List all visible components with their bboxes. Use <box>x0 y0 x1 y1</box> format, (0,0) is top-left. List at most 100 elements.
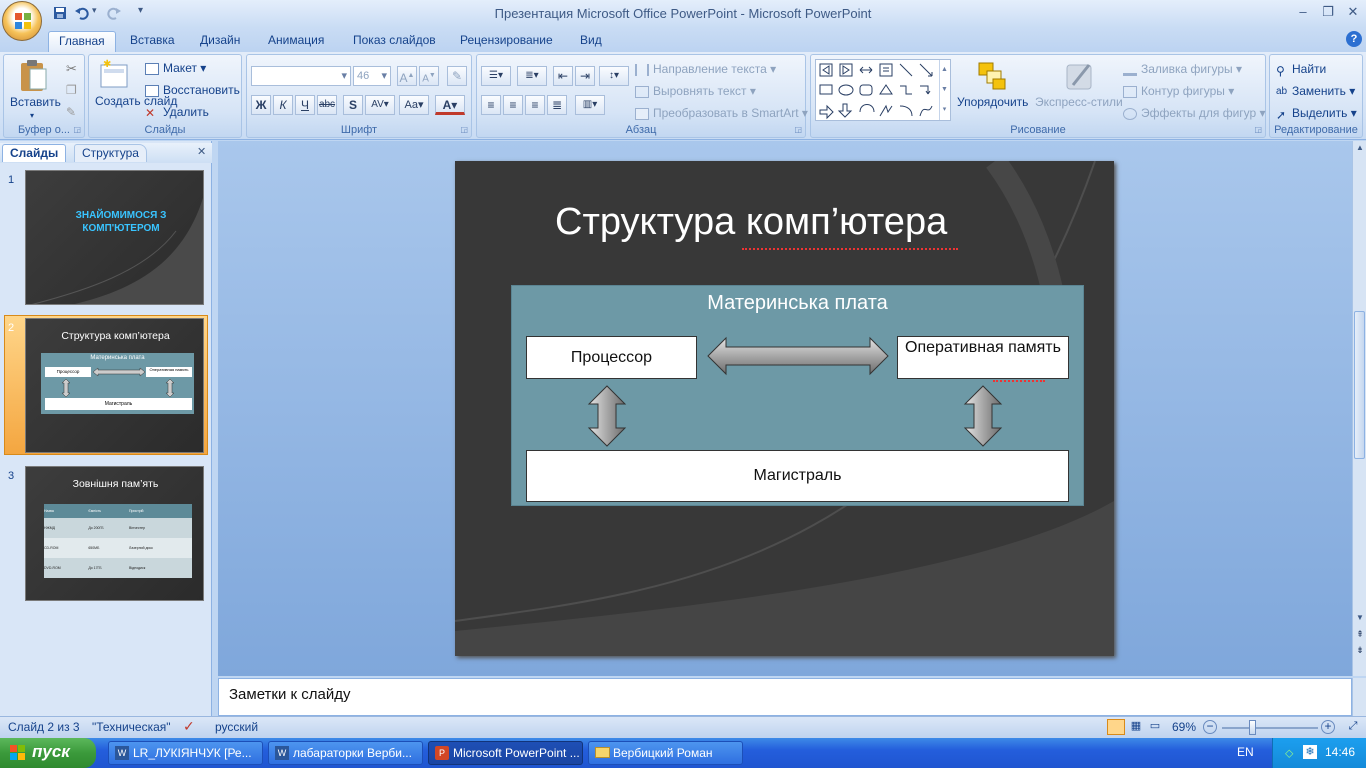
paste-button[interactable]: Вставить <box>10 95 61 109</box>
cpu-bus-arrow[interactable] <box>587 385 627 447</box>
strikethrough-button[interactable]: abc <box>317 95 337 115</box>
tab-animation[interactable]: Анимация <box>258 31 334 52</box>
scroll-thumb[interactable] <box>1354 311 1365 459</box>
arrange-button[interactable]: Упорядочить <box>957 95 1028 109</box>
tab-design[interactable]: Дизайн <box>190 31 250 52</box>
shadow-button[interactable]: S <box>343 95 363 115</box>
shapes-gallery[interactable] <box>815 59 951 121</box>
font-color-button[interactable]: A▾ <box>435 95 465 115</box>
cpu-ram-arrow[interactable] <box>706 336 890 376</box>
taskbar-item-word-1[interactable]: W LR_ЛУКІЯНЧУК [Ре... <box>108 741 263 765</box>
minimize-button[interactable]: – <box>1292 4 1314 20</box>
bullets-button[interactable]: ☰▾ <box>481 66 511 86</box>
slide-thumbnail-3[interactable]: Зовнішня пам’ять Назва Ємність Пристрій НЖ… <box>25 466 204 601</box>
tab-insert[interactable]: Вставка <box>120 31 185 52</box>
undo-dropdown-icon[interactable]: ▾ <box>92 5 100 21</box>
clipboard-launcher-icon[interactable]: ◲ <box>73 125 81 134</box>
start-button[interactable]: пуск <box>0 738 96 768</box>
restore-button[interactable]: ❐ <box>1317 4 1339 20</box>
font-launcher-icon[interactable]: ◲ <box>460 125 468 134</box>
slideshow-view-icon[interactable]: ▭ <box>1147 719 1163 735</box>
notes-pane[interactable]: Заметки к слайду <box>218 678 1352 716</box>
paste-dropdown-icon[interactable]: ▾ <box>30 111 34 120</box>
scroll-up-icon[interactable]: ▲ <box>1355 143 1365 155</box>
taskbar-item-folder[interactable]: Вербицкий Роман <box>588 741 743 765</box>
line-spacing-button[interactable]: ↕▾ <box>599 66 629 86</box>
tab-slides[interactable]: Слайды <box>2 144 67 162</box>
language-indicator[interactable]: EN <box>1237 745 1254 759</box>
shapes-scroll[interactable]: ▲ ▼ ▾ <box>939 60 949 120</box>
grow-font-button[interactable]: A▲ <box>397 66 417 86</box>
ram-bus-arrow[interactable] <box>963 385 1003 447</box>
select-button[interactable]: ➚ Выделить ▾ <box>1276 106 1357 122</box>
new-slide-icon[interactable]: ✱ <box>99 59 129 91</box>
reset-button[interactable]: Восстановить <box>145 83 240 97</box>
redo-icon[interactable] <box>106 5 122 21</box>
copy-icon[interactable]: ❐ <box>66 83 77 97</box>
tab-review[interactable]: Рецензирование <box>450 31 563 52</box>
find-button[interactable]: ⚲ Найти <box>1276 62 1326 78</box>
undo-icon[interactable] <box>74 5 90 21</box>
smartart-button[interactable]: Преобразовать в SmartArt ▾ <box>635 106 808 120</box>
cpu-box[interactable]: Процессор <box>526 336 697 379</box>
taskbar-item-powerpoint[interactable]: P Microsoft PowerPoint ... <box>428 741 583 765</box>
motherboard-box[interactable]: Материнська плата Процессор Оперативная … <box>511 285 1084 506</box>
text-direction-button[interactable]: Направление текста ▾ <box>635 62 776 76</box>
shape-outline-button[interactable]: Контур фигуры ▾ <box>1123 84 1234 98</box>
replace-button[interactable]: ab Заменить ▾ <box>1276 84 1355 98</box>
help-icon[interactable]: ? <box>1346 31 1362 47</box>
notes-placeholder[interactable]: Заметки к слайду <box>229 686 351 703</box>
new-slide-button[interactable]: Создать слайд <box>95 95 177 108</box>
columns-button[interactable]: ▥▾ <box>575 95 605 115</box>
slide-sorter-icon[interactable]: ▦ <box>1128 719 1144 735</box>
slide-thumbnail-1[interactable]: ЗНАЙОМИМОСЯ З КОМП'ЮТЕРОМ <box>25 170 204 305</box>
bus-box[interactable]: Магистраль <box>526 450 1069 502</box>
office-button[interactable] <box>2 1 42 41</box>
quick-styles-icon[interactable] <box>1063 59 1097 93</box>
cut-icon[interactable]: ✂ <box>66 61 77 77</box>
align-center-button[interactable]: ≡ <box>503 95 523 115</box>
arrange-icon[interactable] <box>975 59 1009 93</box>
paste-icon[interactable] <box>18 59 48 93</box>
notes-scrollbar[interactable] <box>1352 678 1366 716</box>
drawing-launcher-icon[interactable]: ◲ <box>1254 125 1262 134</box>
next-slide-icon[interactable]: ⇟ <box>1355 645 1365 656</box>
close-button[interactable]: ✕ <box>1342 4 1364 20</box>
antivirus-icon[interactable]: ❄ <box>1303 745 1317 759</box>
font-name-combo[interactable]: ▾ <box>251 66 351 86</box>
slide-thumbnail-2[interactable]: Структура комп’ютера Материнська плата П… <box>25 318 204 453</box>
taskbar-item-word-2[interactable]: Wлабараторки Верби... <box>268 741 423 765</box>
justify-button[interactable]: ≣ <box>547 95 567 115</box>
slide-canvas[interactable]: Структура комп’ютера Материнська плата П… <box>455 161 1114 656</box>
bold-button[interactable]: Ж <box>251 95 271 115</box>
change-case-button[interactable]: Aa▾ <box>399 95 429 115</box>
zoom-out-icon[interactable]: − <box>1203 720 1217 734</box>
tab-slideshow[interactable]: Показ слайдов <box>343 31 446 52</box>
char-spacing-button[interactable]: AV▾ <box>365 95 395 115</box>
align-right-button[interactable]: ≡ <box>525 95 545 115</box>
shape-fill-button[interactable]: Заливка фигуры ▾ <box>1123 62 1242 76</box>
increase-indent-button[interactable]: ⇥ <box>575 66 595 86</box>
vertical-scrollbar[interactable]: ▲ ▼ ⇞ ⇟ <box>1352 141 1366 676</box>
close-pane-icon[interactable]: ✕ <box>197 145 206 158</box>
layout-button[interactable]: Макет ▾ <box>145 61 206 75</box>
spellcheck-icon[interactable]: ✓ <box>183 718 195 735</box>
tab-home[interactable]: Главная <box>48 31 116 52</box>
normal-view-icon[interactable] <box>1107 719 1125 735</box>
quick-styles-button[interactable]: Экспресс-стили <box>1035 95 1123 109</box>
tab-view[interactable]: Вид <box>570 31 612 52</box>
numbering-button[interactable]: ≣▾ <box>517 66 547 86</box>
customize-qat-icon[interactable]: ▾ <box>138 5 148 21</box>
network-icon[interactable]: ⬦ <box>1285 746 1293 761</box>
underline-button[interactable]: Ч <box>295 95 315 115</box>
shrink-font-button[interactable]: A▼ <box>419 66 439 86</box>
align-text-button[interactable]: Выровнять текст ▾ <box>635 84 756 98</box>
decrease-indent-button[interactable]: ⇤ <box>553 66 573 86</box>
italic-button[interactable]: К <box>273 95 293 115</box>
save-icon[interactable] <box>52 5 68 21</box>
clear-formatting-button[interactable]: ✎ <box>447 66 467 86</box>
slide-title[interactable]: Структура комп’ютера <box>555 201 947 244</box>
fit-to-window-icon[interactable]: ⤢ <box>1345 720 1361 735</box>
previous-slide-icon[interactable]: ⇞ <box>1355 629 1365 640</box>
tab-outline[interactable]: Структура <box>74 144 147 162</box>
